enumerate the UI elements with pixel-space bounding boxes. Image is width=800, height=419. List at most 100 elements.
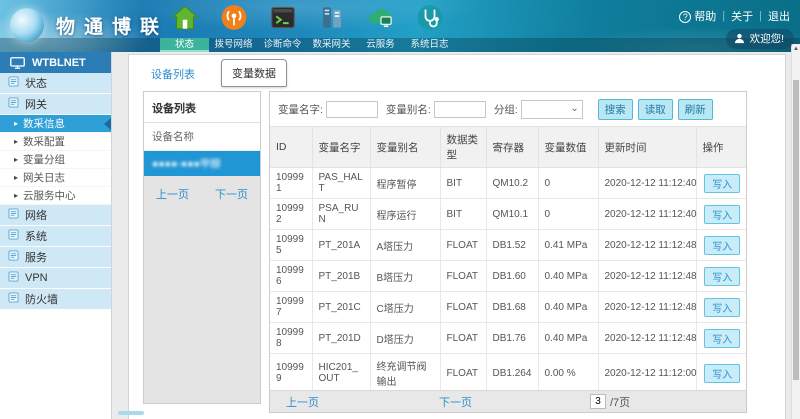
- nav-item-label: 状态: [160, 38, 209, 52]
- cell-register: DB1.52: [486, 230, 538, 261]
- table-pagination-bar: 上一页 下一页 /7页: [270, 390, 746, 412]
- cell-type: BIT: [440, 199, 486, 230]
- sidebar-item-label: 系统: [25, 228, 47, 244]
- device-panel-title: 设备列表: [144, 92, 260, 123]
- cell-id: 109999: [270, 354, 312, 391]
- write-button[interactable]: 写入: [704, 364, 740, 383]
- sidebar-item-label: 网络: [25, 207, 47, 223]
- device-prev-page-link[interactable]: 上一页: [156, 186, 189, 202]
- device-list-panel: 设备列表 设备名称 ●●●●-●●●甲醇 上一页 下一页: [143, 91, 261, 404]
- cell-alias: C塔压力: [370, 292, 440, 323]
- nav-item-label: 云服务: [356, 38, 405, 52]
- sidebar-item-gateway[interactable]: 网关: [0, 94, 111, 115]
- cell-name: PT_201D: [312, 323, 370, 354]
- var-name-input[interactable]: [326, 101, 378, 118]
- cell-actions: 写入: [696, 230, 746, 261]
- cell-actions: 写入: [696, 261, 746, 292]
- nav-item-label: 诊断命令: [258, 38, 307, 52]
- write-button[interactable]: 写入: [704, 205, 740, 224]
- cell-value: 0: [538, 199, 598, 230]
- globe-logo-icon: [10, 8, 44, 42]
- next-page-link[interactable]: 下一页: [439, 394, 472, 410]
- write-button[interactable]: 写入: [704, 174, 740, 193]
- scrollbar-up-arrow-icon[interactable]: ▲: [792, 46, 800, 52]
- logo: 物通博联: [10, 8, 168, 42]
- write-button[interactable]: 写入: [704, 298, 740, 317]
- sidebar-item-service[interactable]: 服务: [0, 247, 111, 268]
- topbar-link-help[interactable]: ?帮助: [679, 8, 716, 24]
- selected-device-row[interactable]: ●●●●-●●●甲醇: [144, 151, 260, 176]
- nav-item-diagnose[interactable]: 诊断命令: [258, 0, 307, 52]
- sidebar-item-network[interactable]: 网络: [0, 205, 111, 226]
- refresh-button[interactable]: 刷新: [678, 99, 713, 120]
- sidebar-item-data-info[interactable]: ▸数采信息: [0, 115, 111, 133]
- triangle-bullet-icon: ▸: [14, 173, 18, 182]
- triangle-bullet-icon: ▸: [14, 191, 18, 200]
- nav-item-dial[interactable]: 拨号网络: [209, 0, 258, 52]
- data-gateway-icon: [318, 4, 345, 31]
- system-log-icon: [416, 4, 443, 31]
- cell-id: 109991: [270, 168, 312, 199]
- device-name-column-label: 设备名称: [144, 123, 260, 151]
- welcome-badge[interactable]: 欢迎您!: [726, 29, 794, 49]
- table-row: 109991PAS_HALT程序暂停BITQM10.202020-12-12 1…: [270, 168, 746, 199]
- nav-item-gateway[interactable]: 数采网关: [307, 0, 356, 52]
- question-icon: ?: [679, 11, 691, 23]
- variable-table-wrap: ID变量名字变量别名数据类型寄存器变量数值更新时间操作 109991PAS_HA…: [270, 126, 746, 390]
- cell-actions: 写入: [696, 292, 746, 323]
- link-separator: |: [759, 10, 762, 22]
- sidebar-item-vpn[interactable]: VPN: [0, 268, 111, 289]
- device-next-page-link[interactable]: 下一页: [215, 186, 248, 202]
- cell-time: 2020-12-12 11:12:40: [598, 199, 696, 230]
- table-column-header: 数据类型: [440, 127, 486, 168]
- tab-var-data[interactable]: 变量数据: [221, 59, 287, 87]
- prev-page-link[interactable]: 上一页: [286, 394, 319, 410]
- nav-item-status[interactable]: 状态: [160, 0, 209, 52]
- cell-name: PSA_RUN: [312, 199, 370, 230]
- cell-value: 0.00 %: [538, 354, 598, 391]
- menu-box-icon: [8, 271, 19, 285]
- cell-time: 2020-12-12 11:12:48: [598, 292, 696, 323]
- menu-box-icon: [8, 229, 19, 243]
- read-button[interactable]: 读取: [638, 99, 673, 120]
- page-scrollbar[interactable]: ▲: [791, 44, 800, 419]
- search-button[interactable]: 搜索: [598, 99, 633, 120]
- write-button[interactable]: 写入: [704, 267, 740, 286]
- nav-item-syslog[interactable]: 系统日志: [405, 0, 454, 52]
- write-button[interactable]: 写入: [704, 236, 740, 255]
- cell-name: PT_201A: [312, 230, 370, 261]
- page-number-input[interactable]: [590, 394, 606, 409]
- sidebar-item-label: 状态: [25, 75, 47, 91]
- cell-value: 0.41 MPa: [538, 230, 598, 261]
- nav-item-cloud[interactable]: 云服务: [356, 0, 405, 52]
- top-links: ?帮助|关于|退出: [679, 8, 790, 24]
- variable-table: ID变量名字变量别名数据类型寄存器变量数值更新时间操作 109991PAS_HA…: [270, 126, 746, 390]
- sidebar-item-gateway-log[interactable]: ▸网关日志: [0, 169, 111, 187]
- sidebar-item-data-config[interactable]: ▸数采配置: [0, 133, 111, 151]
- sidebar-brand: WTBLNET: [0, 52, 111, 73]
- sidebar-item-cloud-center[interactable]: ▸云服务中心: [0, 187, 111, 205]
- sidebar-item-status[interactable]: 状态: [0, 73, 111, 94]
- sidebar-item-var-group[interactable]: ▸变量分组: [0, 151, 111, 169]
- table-column-header: 变量数值: [538, 127, 598, 168]
- topbar-link-logout[interactable]: 退出: [768, 8, 790, 24]
- topbar-link-about[interactable]: 关于: [731, 8, 753, 24]
- cloud-service-icon: [367, 4, 394, 31]
- table-row: 109992PSA_RUN程序运行BITQM10.102020-12-12 11…: [270, 199, 746, 230]
- tab-device-list[interactable]: 设备列表: [141, 61, 205, 87]
- filter-bar: 变量名字: 变量别名: 分组: ⌄ 搜索 读取 刷新: [270, 92, 746, 126]
- cell-id: 109998: [270, 323, 312, 354]
- sidebar-item-label: 变量分组: [23, 152, 65, 167]
- menu-box-icon: [8, 250, 19, 264]
- scrollbar-thumb[interactable]: [793, 80, 799, 380]
- logo-text: 物通博联: [56, 12, 168, 39]
- cell-alias: 程序暂停: [370, 168, 440, 199]
- group-select[interactable]: ⌄: [521, 100, 583, 119]
- var-alias-input[interactable]: [434, 101, 486, 118]
- sidebar-item-system[interactable]: 系统: [0, 226, 111, 247]
- table-row: 109995PT_201AA塔压力FLOATDB1.520.41 MPa2020…: [270, 230, 746, 261]
- cell-value: 0.40 MPa: [538, 292, 598, 323]
- sidebar-item-firewall[interactable]: 防火墙: [0, 289, 111, 310]
- write-button[interactable]: 写入: [704, 329, 740, 348]
- cell-actions: 写入: [696, 199, 746, 230]
